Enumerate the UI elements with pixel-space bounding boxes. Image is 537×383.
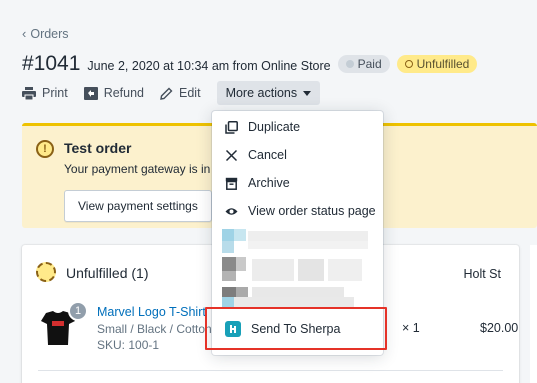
print-button[interactable]: Print — [22, 86, 68, 100]
printer-icon — [22, 86, 36, 100]
status-ring-icon — [404, 60, 413, 68]
chevron-left-icon: ‹ — [22, 26, 27, 41]
menu-item-cancel[interactable]: Cancel — [212, 141, 383, 169]
duplicate-icon — [225, 120, 238, 134]
fulfillment-card-title: Unfulfilled (1) — [66, 265, 149, 281]
warning-icon: ! — [36, 140, 54, 158]
view-payment-settings-button[interactable]: View payment settings — [64, 190, 212, 222]
refund-icon — [83, 86, 98, 100]
edit-label: Edit — [179, 86, 201, 100]
edit-button[interactable]: Edit — [160, 86, 201, 100]
more-actions-label: More actions — [225, 86, 298, 100]
product-sku: SKU: 100-1 — [97, 338, 160, 352]
refund-label: Refund — [103, 86, 145, 100]
order-actions-bar: Print Refund Edit More actions — [22, 81, 321, 105]
more-actions-button[interactable]: More actions — [216, 81, 321, 105]
banner-title: Test order — [64, 140, 132, 156]
product-name-link[interactable]: Marvel Logo T-Shirt — [97, 305, 206, 319]
status-dot-icon — [345, 60, 354, 68]
back-link[interactable]: ‹ Orders — [22, 26, 69, 41]
archive-icon — [225, 177, 238, 190]
menu-item-view-order-status[interactable]: View order status page — [212, 197, 383, 225]
pencil-icon — [160, 87, 173, 100]
caret-down-icon — [303, 90, 312, 96]
line-total: $20.00 — [480, 321, 519, 335]
highlight-box — [205, 307, 387, 350]
side-card — [530, 245, 537, 383]
product-variant: Small / Black / Cotton — [97, 322, 212, 336]
fulfillment-location: Holt St — [463, 267, 501, 281]
eye-icon — [225, 207, 238, 215]
refund-button[interactable]: Refund — [83, 86, 145, 100]
divider — [38, 370, 503, 371]
menu-item-duplicate[interactable]: Duplicate — [212, 113, 383, 141]
quantity-badge: 1 — [68, 301, 88, 321]
line-quantity: × 1 — [402, 321, 420, 335]
menu-item-archive[interactable]: Archive — [212, 169, 383, 197]
payment-status-badge: Paid — [337, 55, 390, 73]
order-header: #1041 June 2, 2020 at 10:34 am from Onli… — [22, 52, 478, 76]
fulfillment-status-badge: Unfulfilled — [396, 55, 478, 73]
order-meta: June 2, 2020 at 10:34 am from Online Sto… — [87, 59, 331, 73]
print-label: Print — [42, 86, 68, 100]
close-icon — [225, 149, 238, 161]
back-link-label: Orders — [30, 26, 69, 41]
order-number: #1041 — [22, 52, 81, 75]
banner-text: Your payment gateway is in t — [64, 162, 217, 176]
unfulfilled-icon — [36, 262, 56, 282]
